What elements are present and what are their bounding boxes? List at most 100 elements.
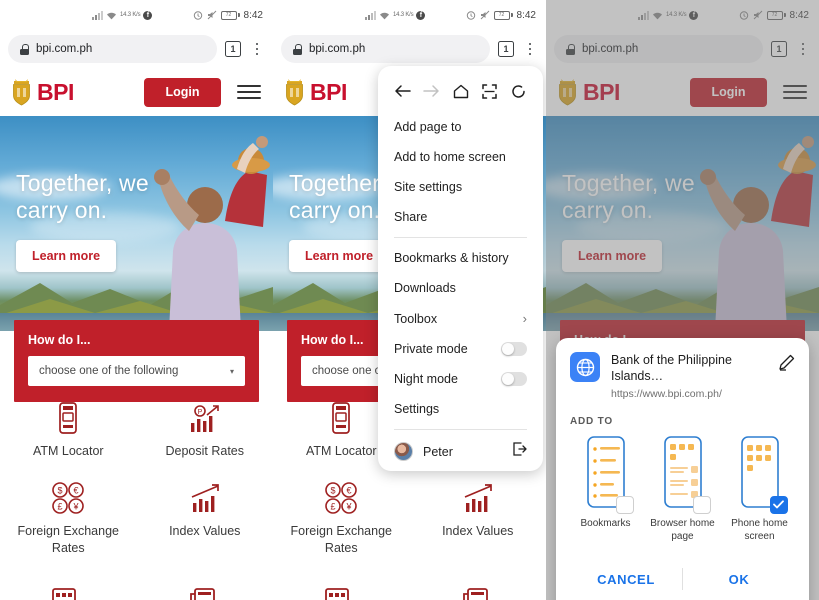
account-row[interactable]: Peter <box>378 435 543 465</box>
option-phone-home-screen[interactable]: Phone home screen <box>724 435 795 543</box>
tab-counter-button-1[interactable]: 1 <box>225 41 241 57</box>
menu-divider-1 <box>394 237 527 238</box>
tile-index-values-2[interactable]: Index Values <box>410 478 547 557</box>
refresh-icon[interactable] <box>508 80 530 102</box>
option-label: Bookmarks <box>580 517 631 529</box>
tile-label: Deposit Rates <box>165 444 244 458</box>
menu-item-label: Site settings <box>394 180 463 194</box>
option-bookmarks[interactable]: Bookmarks <box>570 435 641 543</box>
add-to-options: Bookmarks Browser home page Phone home s… <box>570 435 795 543</box>
lock-icon <box>20 43 29 55</box>
bpi-logo-2[interactable]: BPI <box>283 77 347 107</box>
atm-machine-icon <box>330 398 352 434</box>
menu-item-toolbox[interactable]: Toolbox › <box>378 303 543 334</box>
svg-text:$: $ <box>58 485 63 495</box>
learn-more-button-1[interactable]: Learn more <box>16 240 117 272</box>
phone-panel-2: 14.3 K/s f 72 8:42 bpi.com.ph 1 BPI Toge… <box>273 0 546 600</box>
network-speed-label: 14.3 K/s <box>393 12 414 18</box>
option-checkbox[interactable] <box>615 495 634 514</box>
option-checkbox[interactable] <box>692 495 711 514</box>
url-input-2[interactable]: bpi.com.ph <box>281 35 490 63</box>
index-values-chart-icon <box>462 478 494 514</box>
menu-item-downloads[interactable]: Downloads <box>378 273 543 303</box>
kebab-menu-icon-2[interactable] <box>522 42 538 56</box>
menu-item-private-mode[interactable]: Private mode <box>378 334 543 364</box>
url-text: bpi.com.ph <box>36 43 93 55</box>
browser-home-icon <box>660 435 711 514</box>
menu-item-add-to-home-screen[interactable]: Add to home screen <box>378 142 543 172</box>
tile-foreign-exchange-1[interactable]: $ € £ ¥ Foreign Exchange Rates <box>0 478 137 557</box>
currency-symbols-icon: $ € £ ¥ <box>324 478 358 514</box>
menu-item-label: Settings <box>394 402 440 416</box>
add-to-section-label: ADD TO <box>570 415 613 427</box>
ok-button[interactable]: OK <box>683 559 795 600</box>
svg-text:£: £ <box>58 501 63 511</box>
menu-item-share[interactable]: Share <box>378 202 543 232</box>
scan-icon[interactable] <box>479 80 501 102</box>
dialog-site-url: https://www.bpi.com.ph/ <box>611 387 722 400</box>
login-button-1[interactable]: Login <box>144 77 221 107</box>
hero-people-photo <box>154 136 270 331</box>
chevron-right-icon: › <box>522 311 527 326</box>
deposit-rates-chart-icon: P <box>189 398 221 434</box>
exit-icon[interactable] <box>513 442 527 461</box>
menu-item-night-mode[interactable]: Night mode <box>378 364 543 394</box>
learn-more-button-2[interactable]: Learn more <box>289 240 390 272</box>
option-checkbox[interactable] <box>769 495 788 514</box>
bpi-logo-1[interactable]: BPI <box>10 77 74 107</box>
tile-foreign-exchange-2[interactable]: $ € £ ¥ Foreign Exchange Rates <box>273 478 410 557</box>
url-input-1[interactable]: bpi.com.ph <box>8 35 217 63</box>
wifi-icon <box>380 12 389 19</box>
lock-icon <box>293 43 302 55</box>
tile-label: ATM Locator <box>32 444 104 458</box>
add-to-home-screen-dialog: Bank of the Philippine Islands… https://… <box>556 338 809 600</box>
select-value: choose one of the following <box>39 365 179 377</box>
tab-counter-button-2[interactable]: 1 <box>498 41 514 57</box>
hero-headline-1: Together, we carry on. <box>16 170 149 224</box>
how-do-i-card-1: How do I... choose one of the following … <box>14 320 259 402</box>
browser-address-bar-1: bpi.com.ph 1 <box>0 30 273 68</box>
tile-index-values-1[interactable]: Index Values <box>137 478 274 557</box>
tile-label: ATM Locator <box>305 444 377 458</box>
option-label: Browser home page <box>650 517 715 542</box>
facebook-icon: f <box>416 10 426 20</box>
user-avatar <box>394 442 413 461</box>
option-browser-home-page[interactable]: Browser home page <box>647 435 718 543</box>
hamburger-menu-icon-1[interactable] <box>237 85 261 99</box>
svg-text:¥: ¥ <box>73 501 80 511</box>
menu-item-label: Downloads <box>394 281 456 295</box>
menu-item-label: Share <box>394 210 428 224</box>
how-do-i-select-1[interactable]: choose one of the following ▾ <box>28 356 245 386</box>
kebab-menu-icon-1[interactable] <box>249 42 265 56</box>
hero-line-1: Together, we <box>16 170 149 196</box>
status-bar-1: 14.3 K/s f 72 8:42 <box>0 0 273 30</box>
dialog-header: Bank of the Philippine Islands… https://… <box>570 352 795 400</box>
menu-item-label: Add to home screen <box>394 150 506 164</box>
account-name: Peter <box>423 444 453 459</box>
home-icon[interactable] <box>450 80 472 102</box>
signal-icon <box>365 10 376 20</box>
tile-deposit-rates-1[interactable]: P Deposit Rates <box>137 398 274 460</box>
currency-symbols-icon: $ € £ ¥ <box>51 478 85 514</box>
index-values-chart-icon <box>189 478 221 514</box>
menu-item-label: Night mode <box>394 372 458 386</box>
mute-icon <box>480 10 489 20</box>
facebook-icon: f <box>143 10 153 20</box>
svg-text:$: $ <box>331 485 336 495</box>
menu-item-bookmarks-history[interactable]: Bookmarks & history <box>378 243 543 273</box>
menu-item-add-page-to[interactable]: Add page to <box>378 112 543 142</box>
hero-line-2: carry on. <box>16 197 108 224</box>
menu-item-settings[interactable]: Settings <box>378 394 543 424</box>
phone-panel-1: 14.3 K/s f 72 8:42 bpi.com.ph 1 BPI Logi… <box>0 0 273 600</box>
alarm-icon <box>466 11 475 20</box>
dialog-actions: CANCEL OK <box>570 559 795 600</box>
menu-item-site-settings[interactable]: Site settings <box>378 172 543 202</box>
back-arrow-icon[interactable] <box>392 80 414 102</box>
menu-divider-2 <box>394 429 527 430</box>
tile-atm-locator-1[interactable]: ATM Locator <box>0 398 137 460</box>
partial-tile-icon-1 <box>52 588 76 600</box>
night-mode-toggle[interactable] <box>501 372 527 386</box>
private-mode-toggle[interactable] <box>501 342 527 356</box>
cancel-button[interactable]: CANCEL <box>570 559 682 600</box>
pencil-icon[interactable] <box>778 352 795 376</box>
